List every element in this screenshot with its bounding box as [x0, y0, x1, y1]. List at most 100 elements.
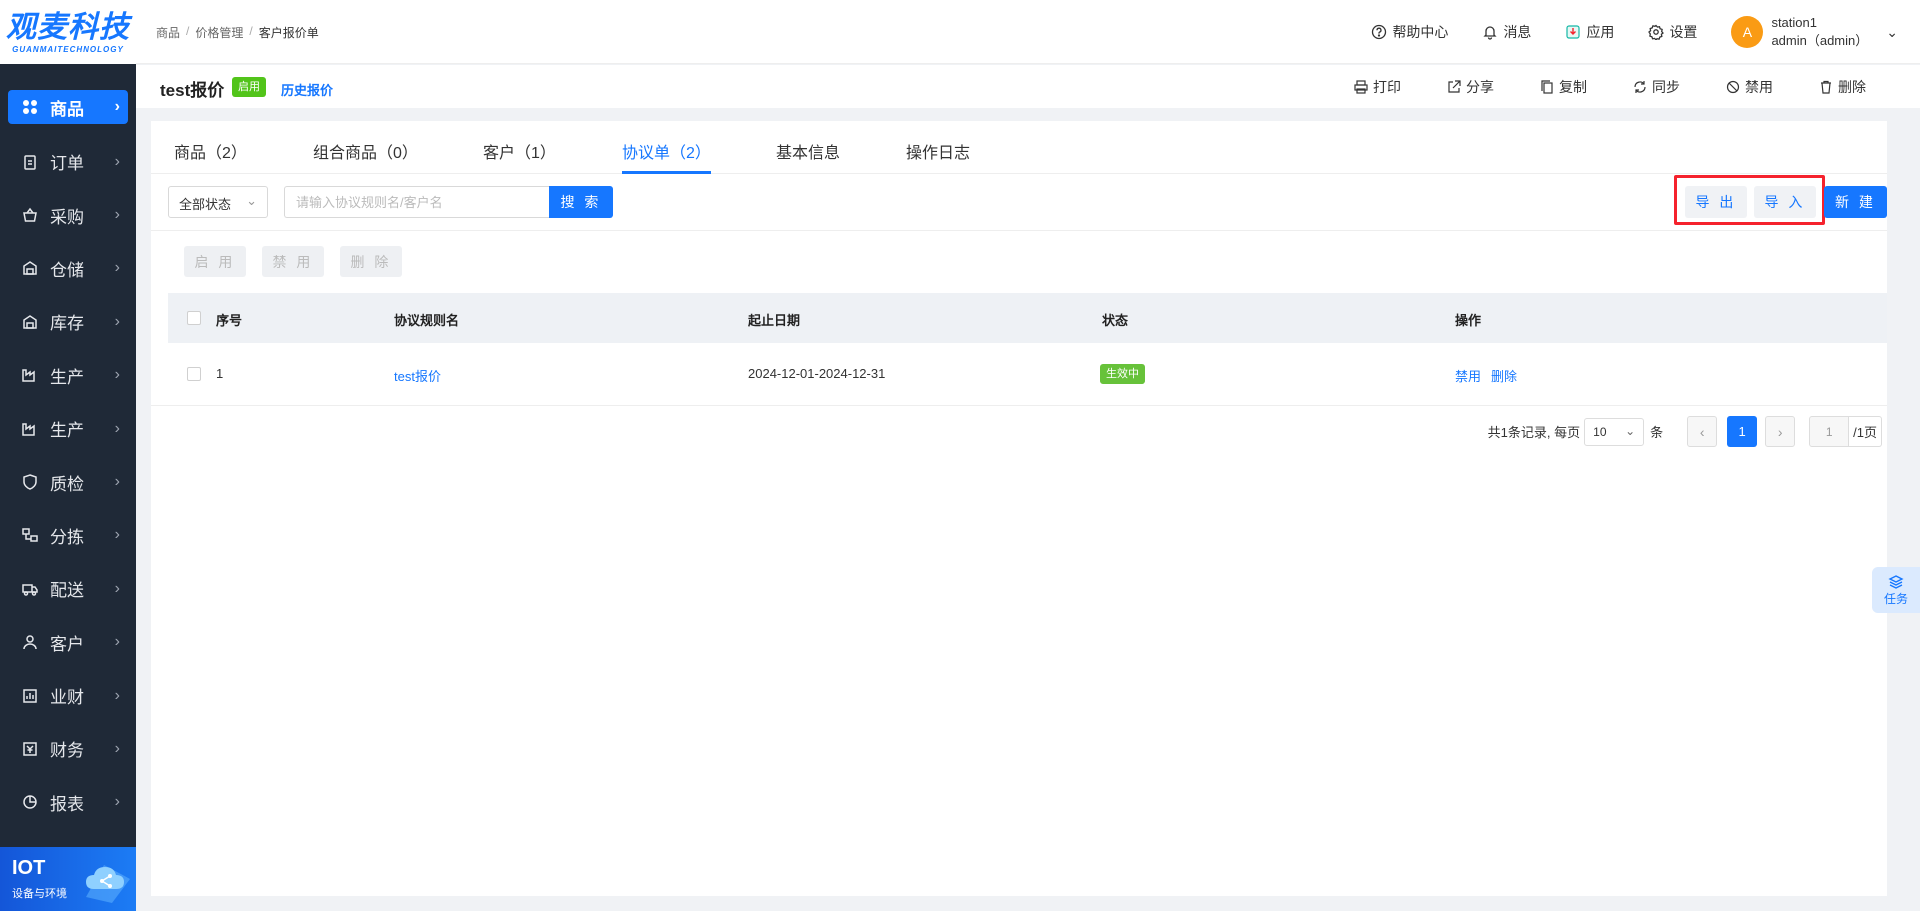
messages-button[interactable]: 消息 — [1482, 22, 1531, 42]
search-input[interactable] — [284, 186, 549, 218]
breadcrumb-current: 客户报价单 — [258, 26, 319, 40]
sidebar-item-orders[interactable]: 订单 › — [0, 135, 136, 188]
share-button[interactable]: 分享 — [1447, 77, 1494, 97]
warehouse-icon — [20, 312, 40, 332]
sidebar-item-label: 商品 — [50, 99, 84, 119]
sidebar-item-label: 分拣 — [50, 527, 84, 547]
settings-button[interactable]: 设置 — [1648, 22, 1697, 42]
sidebar-item-label: 生产 — [50, 421, 84, 441]
gear-icon — [1648, 24, 1665, 40]
trash-icon — [1821, 80, 1831, 94]
sidebar-item-label: 客户 — [50, 634, 84, 654]
batch-disable-button[interactable]: 禁 用 — [262, 246, 324, 277]
sidebar-item-reports[interactable]: 报表 › — [0, 776, 136, 829]
logo-text: 观麦科技 — [6, 10, 130, 44]
page-jump-input[interactable]: 1 — [1809, 416, 1850, 447]
chevron-right-icon: › — [114, 473, 120, 491]
page-size-select[interactable]: 10 ⌄ — [1584, 417, 1645, 446]
copy-button[interactable]: 复制 — [1540, 77, 1587, 97]
prev-page-button[interactable]: ‹ — [1687, 416, 1718, 447]
tab-combo-goods[interactable]: 组合商品（0） — [313, 139, 418, 163]
date-range: 2024-12-01-2024-12-31 — [748, 366, 886, 381]
sidebar-item-label: 采购 — [50, 207, 84, 227]
chevron-right-icon: › — [114, 98, 120, 115]
current-page-button[interactable]: 1 — [1727, 416, 1758, 447]
iot-banner[interactable]: IOT 设备与环境 — [0, 847, 136, 911]
logo[interactable]: 观麦科技 GUANMAITECHNOLOGY — [0, 0, 136, 64]
chevron-down-icon: ⌄ — [1625, 423, 1636, 438]
breadcrumb: 商品 / 价格管理 / 客户报价单 — [156, 24, 319, 41]
total-pages: /1页 — [1849, 416, 1882, 447]
row-checkbox[interactable] — [187, 367, 201, 381]
chevron-right-icon: › — [114, 793, 120, 811]
sidebar-item-business-finance[interactable]: 业财 › — [0, 669, 136, 722]
sidebar-item-purchase[interactable]: 采购 › — [0, 188, 136, 241]
clipboard-icon — [20, 152, 40, 172]
row-index: 1 — [216, 366, 224, 381]
printer-icon — [1354, 79, 1368, 94]
sidebar-item-label: 质检 — [50, 474, 84, 494]
sync-icon — [1634, 80, 1646, 93]
batch-enable-button[interactable]: 启 用 — [184, 246, 246, 277]
select-all-checkbox[interactable] — [187, 311, 201, 325]
sidebar-item-label: 配送 — [50, 581, 84, 601]
user-name: station1 — [1771, 15, 1817, 30]
sidebar-item-inventory[interactable]: 库存 › — [0, 295, 136, 348]
breadcrumb-item[interactable]: 价格管理 — [195, 24, 243, 41]
status-badge: 启用 — [232, 77, 266, 97]
row-delete-link[interactable]: 删除 — [1491, 366, 1517, 385]
sidebar-nav: 商品 › 订单 › 采购 › 仓储 › 库存 › 生产 › 生产 › 质检 › … — [0, 81, 136, 829]
shield-icon — [20, 472, 40, 492]
export-button[interactable]: 导 出 — [1685, 186, 1747, 218]
delete-button[interactable]: 删除 — [1819, 77, 1866, 97]
warehouse-icon — [20, 258, 40, 278]
grid-icon — [20, 97, 40, 117]
chevron-down-icon: ⌄ — [246, 193, 257, 208]
sidebar: 观麦科技 GUANMAITECHNOLOGY 商品 › 订单 › 采购 › 仓储… — [0, 0, 136, 911]
search-button[interactable]: 搜 索 — [549, 186, 613, 218]
filter-toolbar: 全部状态 ⌄ 搜 索 导 出 导 入 新 建 — [151, 175, 1887, 231]
status-filter-select[interactable]: 全部状态 ⌄ — [168, 186, 268, 218]
batch-delete-button[interactable]: 删 除 — [340, 246, 402, 277]
row-disable-link[interactable]: 禁用 — [1455, 366, 1481, 385]
sidebar-item-customer[interactable]: 客户 › — [0, 616, 136, 669]
user-menu[interactable]: A station1 admin（admin） ⌄ — [1731, 14, 1898, 50]
sidebar-item-sorting[interactable]: 分拣 › — [0, 509, 136, 562]
settings-label: 设置 — [1669, 24, 1698, 40]
help-center-button[interactable]: 帮助中心 — [1371, 22, 1448, 42]
tab-agreements[interactable]: 协议单（2） — [622, 139, 711, 163]
agreement-name-link[interactable]: test报价 — [394, 366, 441, 385]
next-page-button[interactable]: › — [1765, 416, 1796, 447]
column-header: 操作 — [1455, 313, 1482, 328]
tab-basic-info[interactable]: 基本信息 — [776, 139, 840, 163]
share-icon — [1448, 79, 1461, 93]
sidebar-item-quality[interactable]: 质检 › — [0, 455, 136, 508]
truck-icon — [20, 579, 40, 599]
sidebar-item-storage[interactable]: 仓储 › — [0, 242, 136, 295]
print-button[interactable]: 打印 — [1354, 77, 1401, 97]
sidebar-item-label: 仓储 — [50, 260, 84, 280]
tab-customers[interactable]: 客户（1） — [483, 139, 556, 163]
help-center-label: 帮助中心 — [1392, 24, 1449, 40]
tab-goods[interactable]: 商品（2） — [174, 139, 247, 163]
new-button[interactable]: 新 建 — [1824, 186, 1887, 218]
sidebar-item-production[interactable]: 生产 › — [0, 349, 136, 402]
sidebar-item-label: 业财 — [50, 688, 84, 708]
history-quote-link[interactable]: 历史报价 — [281, 80, 333, 99]
tab-operation-log[interactable]: 操作日志 — [906, 139, 970, 163]
sidebar-item-finance[interactable]: 财务 › — [0, 722, 136, 775]
user-account: admin（admin） — [1771, 33, 1869, 48]
sidebar-item-production-2[interactable]: 生产 › — [0, 402, 136, 455]
factory-icon — [20, 419, 40, 439]
disable-button[interactable]: 禁用 — [1726, 77, 1773, 97]
task-float-button[interactable]: 任务 — [1872, 567, 1920, 613]
apps-button[interactable]: 应用 — [1565, 22, 1614, 42]
sidebar-item-delivery[interactable]: 配送 › — [0, 562, 136, 615]
breadcrumb-item[interactable]: 商品 — [156, 24, 180, 41]
sync-button[interactable]: 同步 — [1633, 77, 1680, 97]
sidebar-item-goods[interactable]: 商品 › — [8, 90, 128, 124]
import-button[interactable]: 导 入 — [1754, 186, 1816, 218]
sidebar-item-label: 订单 — [50, 154, 84, 174]
main-panel: 商品（2） 组合商品（0） 客户（1） 协议单（2） 基本信息 操作日志 全部状… — [151, 121, 1887, 896]
pie-icon — [20, 792, 40, 812]
